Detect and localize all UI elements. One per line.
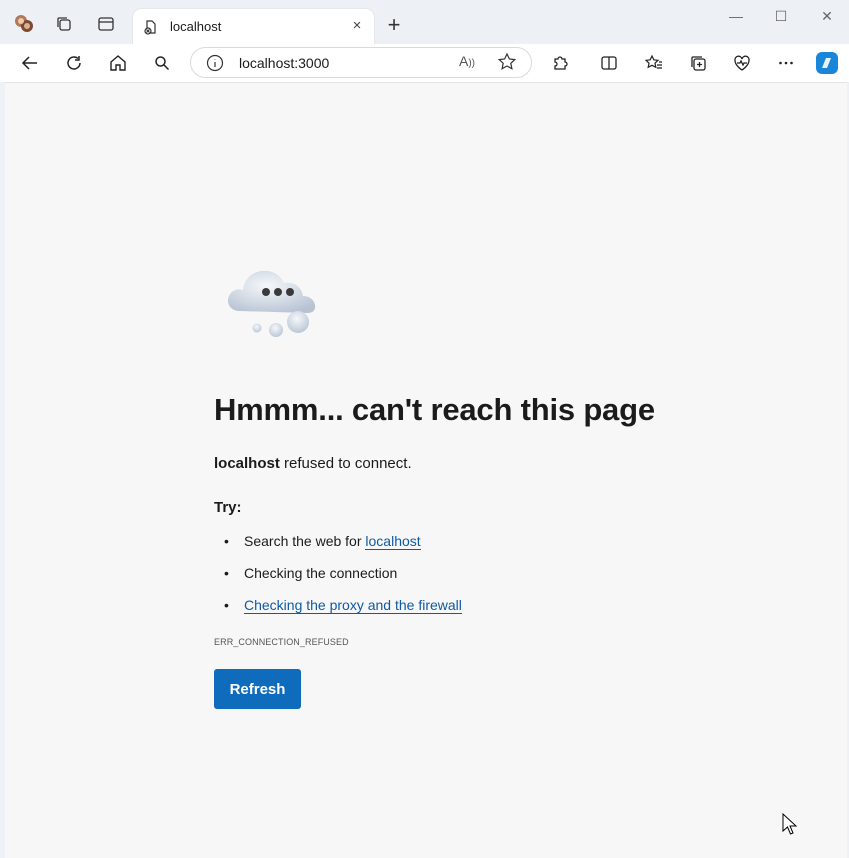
heart-pulse-icon [734, 55, 750, 71]
more-options-button[interactable] [771, 48, 801, 78]
favorite-star-icon[interactable] [497, 52, 517, 72]
error-host: localhost [214, 455, 280, 472]
favorites-button[interactable] [639, 48, 669, 78]
cloud-illustration-icon [220, 255, 335, 345]
refresh-icon [67, 56, 81, 70]
suggestion-search: • Search the web for localhost [224, 533, 421, 550]
copilot-icon [816, 52, 838, 74]
puzzle-icon [554, 56, 568, 70]
split-screen-button[interactable] [594, 48, 624, 78]
suggestion-prefix: Search the web for [244, 533, 366, 549]
maximize-button[interactable]: ☐ [766, 8, 796, 28]
split-screen-icon [601, 56, 617, 70]
tab-bar: localhost × + — ☐ ✕ [0, 0, 849, 44]
collections-button[interactable] [683, 48, 713, 78]
bullet: • [224, 533, 229, 549]
url-text[interactable]: localhost:3000 [239, 55, 329, 71]
search-icon [155, 56, 170, 71]
try-label: Try: [214, 499, 242, 516]
browser-essentials-button[interactable] [727, 48, 757, 78]
copilot-button[interactable] [812, 48, 842, 78]
home-button[interactable] [103, 48, 133, 78]
tab-title: localhost [170, 19, 222, 34]
tab-localhost[interactable]: localhost × [133, 9, 374, 44]
new-tab-button[interactable]: + [382, 14, 406, 38]
broken-page-icon [143, 19, 159, 35]
collections-icon [691, 56, 706, 71]
search-localhost-link[interactable]: localhost [365, 533, 421, 550]
suggestion-connection-text: Checking the connection [244, 565, 398, 581]
back-button[interactable] [15, 48, 45, 78]
close-window-button[interactable]: ✕ [812, 8, 842, 28]
reload-button[interactable] [59, 48, 89, 78]
error-heading: Hmmm... can't reach this page [214, 392, 655, 427]
error-code: ERR_CONNECTION_REFUSED [214, 637, 349, 647]
workspaces-icon[interactable] [50, 10, 78, 38]
tab-actions-icon[interactable] [92, 10, 120, 38]
extensions-button[interactable] [546, 48, 576, 78]
tab-close-icon[interactable]: × [348, 17, 366, 35]
favorites-icon [645, 54, 662, 69]
bullet: • [224, 565, 229, 581]
error-message-text: refused to connect. [279, 455, 412, 472]
suggestion-proxy: • Checking the proxy and the firewall [224, 597, 462, 614]
read-aloud-glyph: A [459, 53, 469, 69]
home-icon [110, 55, 126, 71]
back-arrow-icon [21, 56, 37, 70]
info-icon[interactable] [206, 54, 224, 72]
bullet: • [224, 597, 229, 613]
more-icon [779, 61, 793, 65]
profile-avatar[interactable] [10, 10, 38, 38]
browser-window: localhost × + — ☐ ✕ localhost:3000 A)) H… [0, 0, 849, 858]
suggestion-connection: • Checking the connection [224, 565, 397, 581]
read-aloud-icon[interactable]: A)) [459, 53, 479, 73]
search-button[interactable] [147, 48, 177, 78]
refresh-button[interactable]: Refresh [214, 669, 301, 709]
minimize-button[interactable]: — [721, 8, 751, 28]
address-bar[interactable]: localhost:3000 A)) [190, 47, 532, 78]
proxy-firewall-link[interactable]: Checking the proxy and the firewall [244, 597, 462, 614]
navigation-toolbar: localhost:3000 A)) [0, 44, 849, 82]
error-message: localhost refused to connect. [214, 455, 412, 472]
page-viewport [5, 82, 847, 858]
mouse-cursor-icon [782, 812, 798, 837]
